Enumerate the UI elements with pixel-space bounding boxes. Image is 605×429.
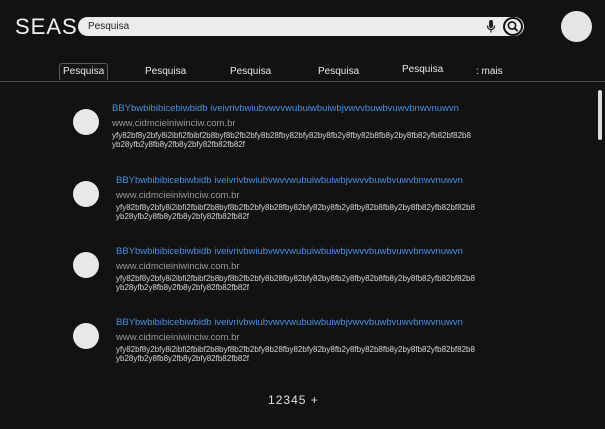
result-snippet-line: yb28yfb2y8fb8y2fb8y2bfy82fb82fb82f [116, 283, 249, 292]
result-item: BBYbwbibibicebiwbidb iveivrivbwiubvwvvwu… [0, 173, 605, 233]
result-thumbnail[interactable] [73, 181, 99, 207]
result-thumbnail[interactable] [73, 323, 99, 349]
result-snippet-line: yfy82bf8y2bfy8i2ibfi2fbibf2b8byf8b2fb2bf… [116, 203, 475, 212]
mic-icon[interactable] [486, 19, 496, 34]
result-snippet: yfy82bf8y2bfy8i2ibfi2fbibf2b8byf8b2fb2bf… [112, 131, 552, 149]
tab-pesquisa-5[interactable]: Pesquisa [402, 64, 443, 75]
result-snippet-line: yfy82bf8y2bfy8i2ibfi2fbibf2b8byf8b2fb2bf… [112, 131, 471, 140]
page-1-link[interactable]: 1 [268, 393, 276, 407]
result-url: www.cidmcieiniwinciw.com.br [112, 118, 236, 129]
result-thumbnail[interactable] [73, 109, 99, 135]
result-url: www.cidmcieiniwinciw.com.br [116, 332, 240, 343]
result-thumbnail[interactable] [73, 252, 99, 278]
result-url: www.cidmcieiniwinciw.com.br [116, 261, 240, 272]
tab-pesquisa-3[interactable]: Pesquisa [230, 66, 271, 77]
more-pages-button[interactable]: + [311, 393, 319, 407]
result-item: BBYbwbibibicebiwbidb iveivrivbwiubvwvvwu… [0, 101, 605, 161]
tab-more[interactable]: : mais [476, 66, 503, 77]
result-title-link[interactable]: BBYbwbibibicebiwbidb iveivrivbwiubvwvvwu… [112, 103, 459, 114]
tab-pesquisa-1[interactable]: Pesquisa [59, 63, 109, 80]
search-input[interactable] [88, 18, 478, 35]
search-bar [78, 17, 524, 36]
pagination: 12345 + [268, 393, 319, 407]
search-icon [507, 21, 519, 32]
tab-pesquisa-4[interactable]: Pesquisa [318, 66, 359, 77]
result-title-link[interactable]: BBYbwbibibicebiwbidb iveivrivbwiubvwvvwu… [116, 317, 463, 328]
logo[interactable]: SEAS [15, 14, 78, 40]
result-title-link[interactable]: BBYbwbibibicebiwbidb iveivrivbwiubvwvvwu… [116, 246, 463, 257]
result-snippet: yfy82bf8y2bfy8i2ibfi2fbibf2b8byf8b2fb2bf… [116, 203, 556, 221]
result-item: BBYbwbibibicebiwbidb iveivrivbwiubvwvvwu… [0, 244, 605, 304]
page-4-link[interactable]: 4 [291, 393, 299, 407]
result-snippet-line: yfy82bf8y2bfy8i2ibfi2fbibf2b8byf8b2fb2bf… [116, 345, 475, 354]
result-snippet-line: yb28yfb2y8fb8y2fb8y2bfy82fb82fb82f [116, 212, 249, 221]
result-title-link[interactable]: BBYbwbibibicebiwbidb iveivrivbwiubvwvvwu… [116, 175, 463, 186]
tab-pesquisa-2[interactable]: Pesquisa [145, 66, 186, 77]
page-5-link[interactable]: 5 [299, 393, 307, 407]
result-snippet-line: yb28yfb2y8fb8y2fb8y2bfy82fb82fb82f [116, 354, 249, 363]
result-snippet: yfy82bf8y2bfy8i2ibfi2fbibf2b8byf8b2fb2bf… [116, 274, 556, 292]
result-snippet-line: yfy82bf8y2bfy8i2ibfi2fbibf2b8byf8b2fb2bf… [116, 274, 475, 283]
result-url: www.cidmcieiniwinciw.com.br [116, 190, 240, 201]
avatar[interactable] [561, 11, 592, 42]
page-3-link[interactable]: 3 [283, 393, 291, 407]
result-snippet: yfy82bf8y2bfy8i2ibfi2fbibf2b8byf8b2fb2bf… [116, 345, 556, 363]
search-button[interactable] [503, 17, 523, 36]
result-snippet-line: yb28yfb2y8fb8y2fb8y2bfy82fb82fb82f [112, 140, 245, 149]
tab-bar: Pesquisa Pesquisa Pesquisa Pesquisa Pesq… [0, 63, 605, 82]
result-item: BBYbwbibibicebiwbidb iveivrivbwiubvwvvwu… [0, 315, 605, 375]
